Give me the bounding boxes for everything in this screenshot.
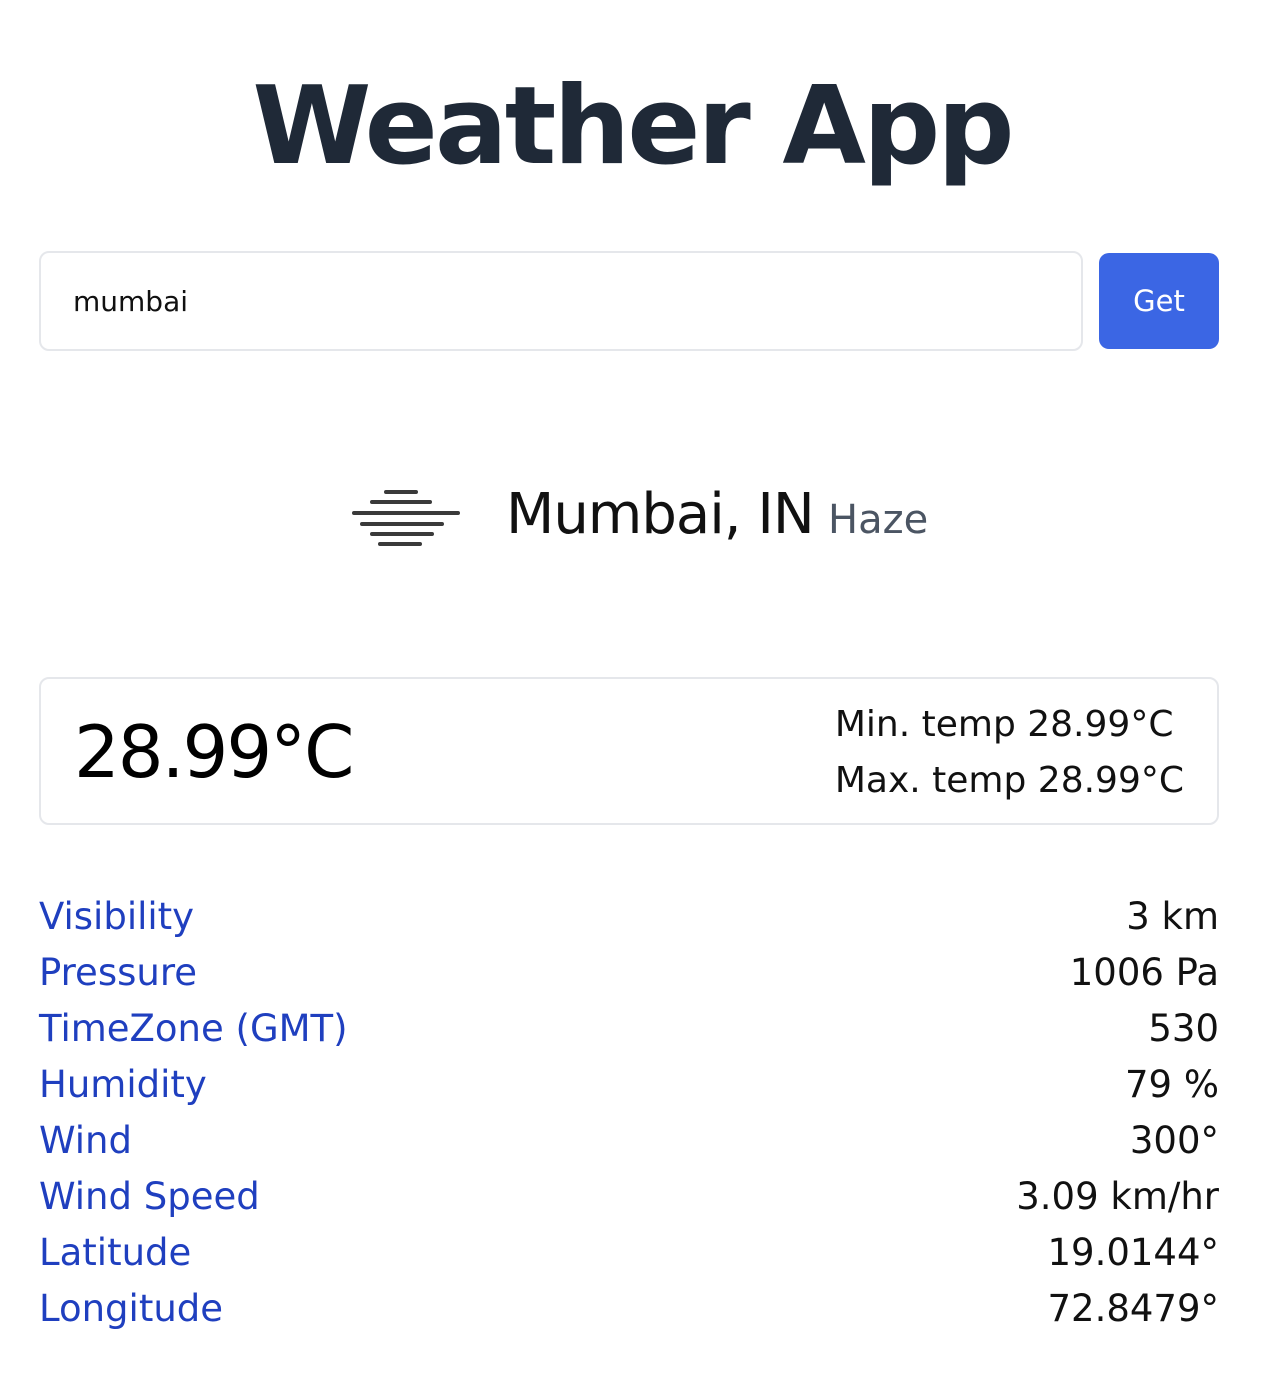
detail-label: Wind Speed xyxy=(39,1175,260,1218)
detail-label: Longitude xyxy=(39,1287,224,1330)
page-title: Weather App xyxy=(252,64,1014,189)
detail-label: Wind xyxy=(39,1119,132,1162)
temperature-card: 28.99°C Min. temp 28.99°C Max. temp 28.9… xyxy=(39,677,1219,825)
detail-row-visibility: Visibility 3 km xyxy=(39,889,1219,945)
weather-app: Weather App Get Mumbai, IN Haze 28.99°C … xyxy=(0,0,1264,1376)
max-temperature: Max. temp 28.99°C xyxy=(834,760,1184,801)
detail-value: 3.09 km/hr xyxy=(1016,1175,1219,1218)
temperature-range: Min. temp 28.99°C Max. temp 28.99°C xyxy=(835,697,1184,809)
location-header: Mumbai, IN Haze xyxy=(0,470,1264,560)
min-temperature: Min. temp 28.99°C xyxy=(834,704,1174,745)
city-name: Mumbai, IN xyxy=(506,482,815,547)
detail-label: Latitude xyxy=(39,1231,192,1274)
detail-label: Pressure xyxy=(39,951,197,994)
detail-value: 530 xyxy=(1148,1007,1219,1050)
detail-row-humidity: Humidity 79 % xyxy=(39,1057,1219,1113)
detail-value: 19.0144° xyxy=(1047,1231,1219,1274)
detail-row-longitude: Longitude 72.8479° xyxy=(39,1281,1219,1337)
detail-label: Humidity xyxy=(39,1063,207,1106)
detail-label: Visibility xyxy=(39,895,195,938)
city-search-input[interactable] xyxy=(39,251,1083,351)
detail-row-latitude: Latitude 19.0144° xyxy=(39,1225,1219,1281)
haze-icon xyxy=(352,490,460,546)
detail-value: 1006 Pa xyxy=(1069,951,1219,994)
get-button[interactable]: Get xyxy=(1099,253,1219,349)
detail-row-pressure: Pressure 1006 Pa xyxy=(39,945,1219,1001)
detail-value: 3 km xyxy=(1126,895,1219,938)
weather-details-list: Visibility 3 km Pressure 1006 Pa TimeZon… xyxy=(39,889,1219,1337)
detail-row-timezone: TimeZone (GMT) 530 xyxy=(39,1001,1219,1057)
detail-label: TimeZone (GMT) xyxy=(39,1007,348,1050)
detail-row-wind-speed: Wind Speed 3.09 km/hr xyxy=(39,1169,1219,1225)
weather-condition: Haze xyxy=(828,497,929,543)
detail-row-wind: Wind 300° xyxy=(39,1113,1219,1169)
detail-value: 72.8479° xyxy=(1047,1287,1219,1330)
detail-value: 79 % xyxy=(1125,1063,1219,1106)
detail-value: 300° xyxy=(1129,1119,1219,1162)
current-temperature: 28.99°C xyxy=(74,710,354,794)
